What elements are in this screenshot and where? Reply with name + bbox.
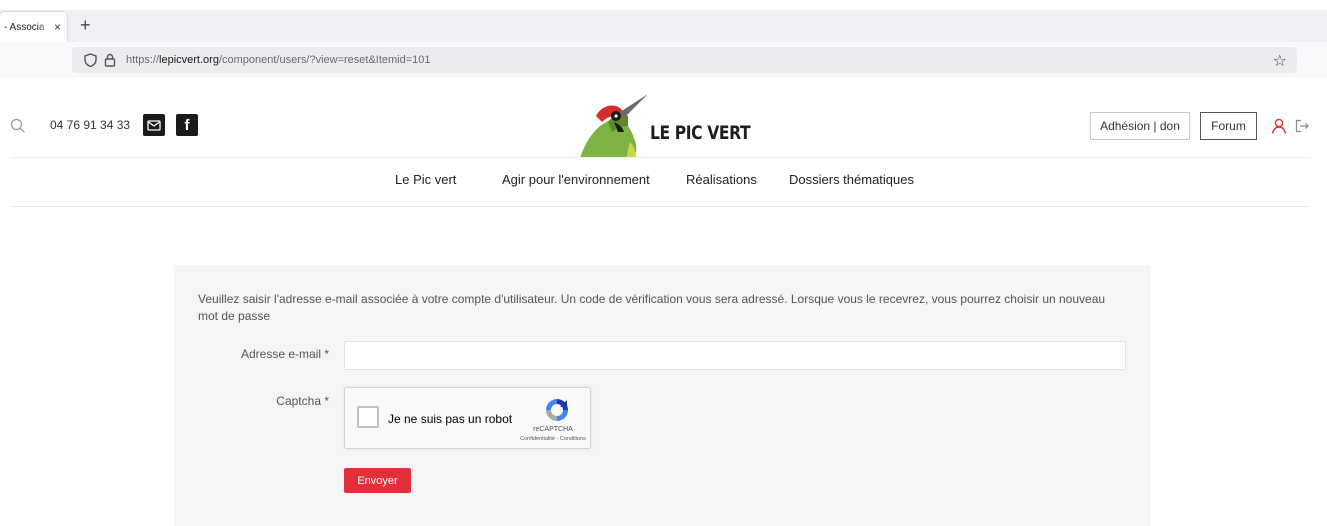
- woodpecker-logo-icon: [580, 94, 648, 158]
- browser-tab[interactable]: - Associa ×: [0, 12, 67, 42]
- user-icon[interactable]: [1271, 118, 1287, 134]
- recaptcha-widget: Je ne suis pas un robot reCAPTCHA Confid…: [344, 387, 591, 449]
- url-path: /component/users/?view=reset&Itemid=101: [218, 54, 431, 66]
- recaptcha-brand: reCAPTCHA: [533, 426, 573, 433]
- browser-toolbar: https://lepicvert.org/component/users/?v…: [0, 42, 1327, 78]
- mail-icon[interactable]: [143, 114, 165, 136]
- recaptcha-label: Je ne suis pas un robot: [388, 412, 513, 426]
- main-nav: Le Pic vert Agir pour l'environnement Ré…: [0, 172, 1327, 192]
- nav-item-agir[interactable]: Agir pour l'environnement: [502, 172, 650, 187]
- url-text[interactable]: https://lepicvert.org/component/users/?v…: [126, 54, 431, 66]
- nav-divider: [10, 206, 1310, 207]
- star-icon[interactable]: ☆: [1273, 51, 1287, 71]
- tab-title: - Associa: [4, 21, 45, 33]
- tab-close-icon[interactable]: ×: [54, 20, 61, 34]
- recaptcha-links[interactable]: Confidentialité - Conditions: [515, 436, 591, 442]
- address-bar[interactable]: https://lepicvert.org/component/users/?v…: [72, 47, 1297, 73]
- logout-icon[interactable]: [1295, 119, 1309, 133]
- phone-number[interactable]: 04 76 91 34 33: [50, 118, 130, 132]
- search-icon[interactable]: [10, 118, 26, 134]
- url-prefix: https://: [126, 54, 160, 66]
- logo-text[interactable]: LE PIC VERT: [650, 122, 751, 144]
- captcha-label: Captcha *: [276, 394, 329, 408]
- browser-tab-bar: - Associa × +: [0, 10, 1327, 42]
- new-tab-button[interactable]: +: [80, 15, 91, 35]
- form-intro-text: Veuillez saisir l'adresse e-mail associé…: [198, 292, 1106, 323]
- email-field[interactable]: [344, 341, 1126, 370]
- recaptcha-checkbox[interactable]: [357, 406, 379, 428]
- url-host: lepicvert.org: [159, 54, 219, 66]
- reset-password-form: Veuillez saisir l'adresse e-mail associé…: [174, 265, 1150, 526]
- nav-item-dossiers[interactable]: Dossiers thématiques: [789, 172, 914, 187]
- facebook-icon[interactable]: f: [176, 114, 198, 136]
- shield-icon[interactable]: [82, 52, 98, 68]
- nav-item-le-pic-vert[interactable]: Le Pic vert: [395, 172, 456, 187]
- adhesion-button[interactable]: Adhésion | don: [1090, 112, 1190, 140]
- submit-button[interactable]: Envoyer: [344, 468, 411, 493]
- lock-icon[interactable]: [102, 52, 118, 68]
- header-divider: [10, 157, 1310, 158]
- recaptcha-icon: [543, 396, 571, 424]
- forum-button[interactable]: Forum: [1200, 112, 1257, 140]
- email-label: Adresse e-mail *: [240, 347, 329, 361]
- nav-item-realisations[interactable]: Réalisations: [686, 172, 757, 187]
